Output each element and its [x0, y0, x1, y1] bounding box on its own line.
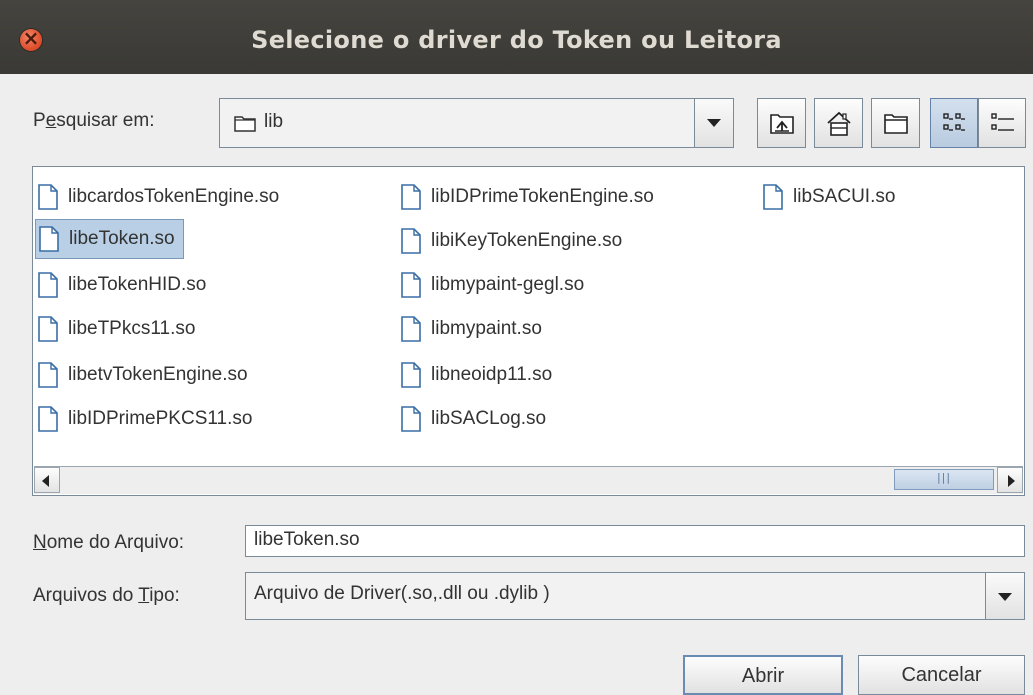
look-in-combo[interactable]: lib: [219, 98, 734, 148]
file-icon: [401, 272, 421, 298]
list-view-button[interactable]: [930, 98, 978, 148]
list-item[interactable]: libeTPkcs11.so: [38, 309, 195, 349]
list-item[interactable]: libetvTokenEngine.so: [38, 355, 248, 395]
list-item[interactable]: libIDPrimeTokenEngine.so: [401, 177, 654, 217]
cancel-button[interactable]: Cancelar: [858, 655, 1025, 695]
chevron-down-icon[interactable]: [985, 573, 1024, 619]
list-item[interactable]: libneoidp11.so: [401, 355, 552, 395]
new-folder-button[interactable]: [871, 98, 920, 148]
file-icon: [401, 228, 421, 254]
new-folder-icon: [884, 114, 908, 134]
up-folder-icon: [770, 114, 794, 134]
window-title: Selecione o driver do Token ou Leitora: [251, 26, 782, 54]
file-icon: [763, 184, 783, 210]
list-item[interactable]: libmypaint-gegl.so: [401, 265, 584, 305]
horizontal-scrollbar[interactable]: [34, 466, 1023, 494]
file-icon: [401, 406, 421, 432]
list-item[interactable]: libcardosTokenEngine.so: [38, 177, 279, 217]
file-icon: [401, 362, 421, 388]
up-folder-button[interactable]: [757, 98, 806, 148]
open-button[interactable]: Abrir: [683, 655, 843, 695]
look-in-label: Pesquisar em:: [33, 110, 155, 131]
list-item[interactable]: libSACLog.so: [401, 399, 546, 439]
file-name-label: Nome do Arquivo:: [33, 532, 185, 553]
file-icon: [38, 362, 58, 388]
details-view-icon: [991, 113, 1014, 131]
file-type-label: Arquivos do Tipo:: [33, 585, 180, 606]
list-item[interactable]: libIDPrimePKCS11.so: [38, 399, 252, 439]
file-icon: [38, 316, 58, 342]
list-item[interactable]: libSACUI.so: [763, 177, 895, 217]
file-type-combo[interactable]: Arquivo de Driver(.so,.dll ou .dylib ): [245, 572, 1025, 620]
list-item[interactable]: libiKeyTokenEngine.so: [401, 221, 622, 261]
details-view-button[interactable]: [978, 98, 1026, 148]
file-icon: [401, 316, 421, 342]
home-button[interactable]: [814, 98, 863, 148]
file-icon: [38, 406, 58, 432]
file-type-value: Arquivo de Driver(.so,.dll ou .dylib ): [254, 583, 550, 604]
file-icon: [39, 226, 59, 252]
home-icon: [827, 111, 851, 136]
file-name-field[interactable]: libeToken.so: [245, 525, 1025, 557]
list-item[interactable]: libmypaint.so: [401, 309, 542, 349]
scroll-right-icon[interactable]: [997, 467, 1023, 493]
list-view-icon: [943, 113, 965, 131]
chevron-down-icon[interactable]: [694, 99, 733, 147]
title-bar: Selecione o driver do Token ou Leitora: [0, 0, 1033, 74]
list-item-selected[interactable]: libeToken.so: [35, 219, 184, 259]
file-list[interactable]: libcardosTokenEngine.so libeToken.so lib…: [32, 166, 1025, 496]
scroll-left-icon[interactable]: [34, 467, 60, 493]
scrollbar-thumb[interactable]: [894, 469, 994, 490]
look-in-value: lib: [264, 111, 284, 132]
file-icon: [38, 272, 58, 298]
file-icon: [401, 184, 421, 210]
file-icon: [38, 184, 58, 210]
folder-icon: [234, 115, 256, 137]
list-item[interactable]: libeTokenHID.so: [38, 265, 206, 305]
